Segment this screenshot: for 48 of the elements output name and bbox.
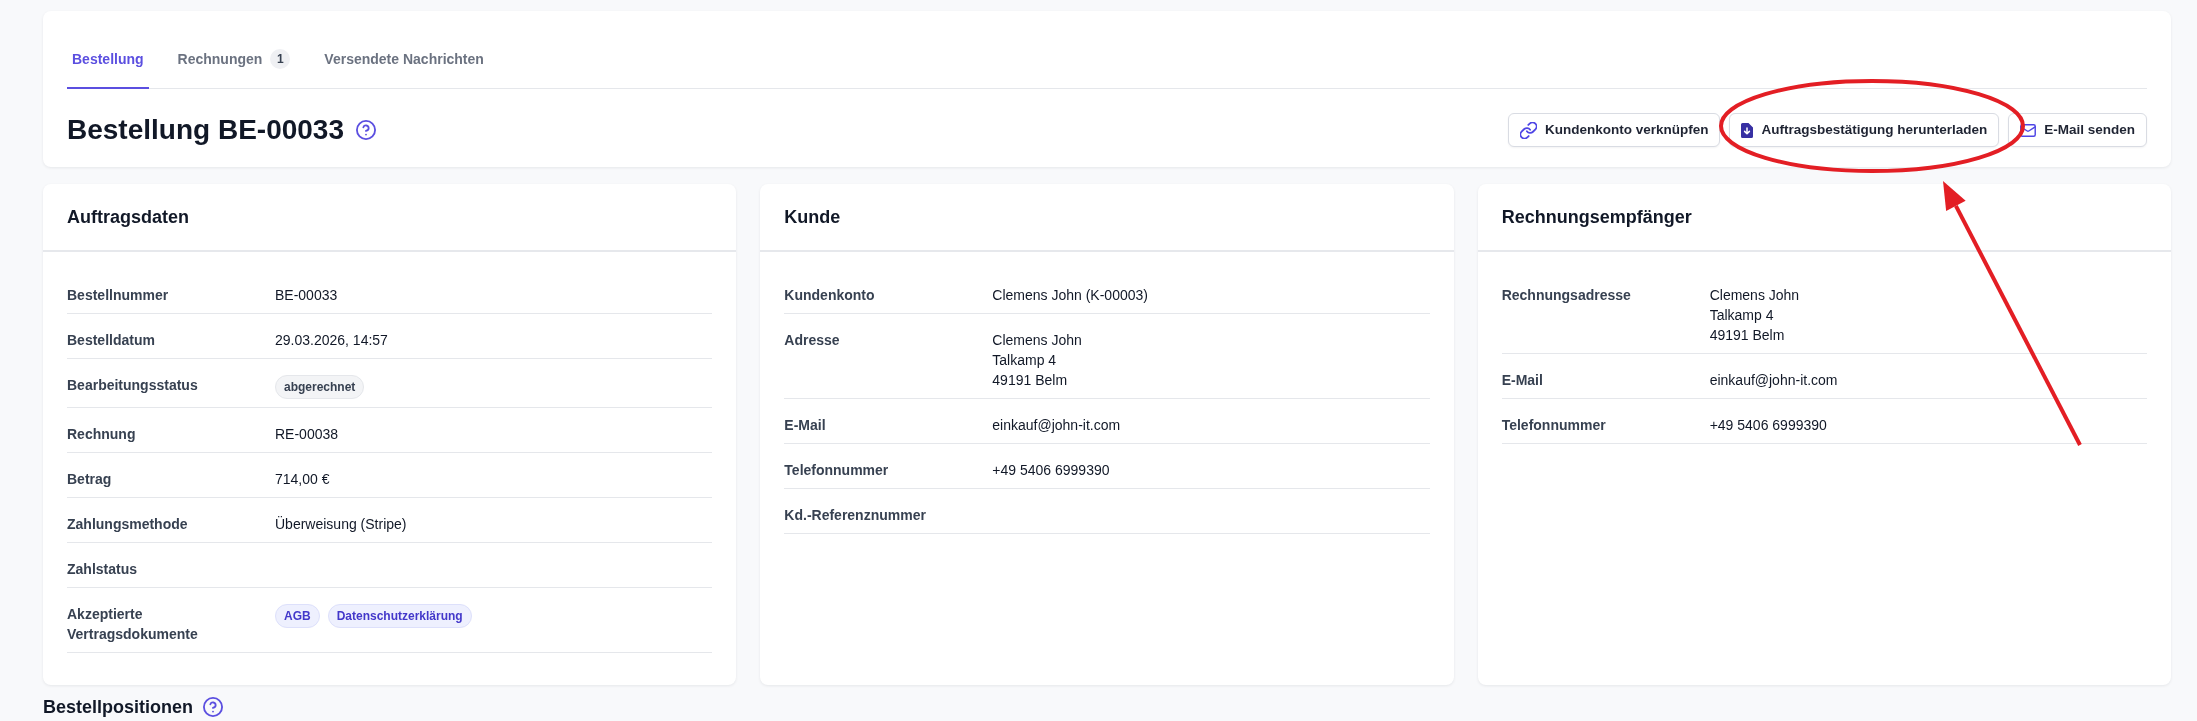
field-value: Clemens John (K-00003) bbox=[992, 286, 1148, 305]
field-value: 29.03.2026, 14:57 bbox=[275, 331, 388, 350]
field-label: E-Mail bbox=[1501, 371, 1543, 390]
field-label: Zahlstatus bbox=[67, 560, 137, 579]
field-label: Zahlungsmethode bbox=[67, 515, 188, 534]
field-label: Bestelldatum bbox=[67, 331, 155, 350]
count-badge: 1 bbox=[270, 49, 291, 69]
field-label: Kd.-Referenznummer bbox=[784, 506, 926, 525]
mail-icon bbox=[2020, 123, 2037, 137]
card-title: Auftragsdaten bbox=[67, 206, 189, 229]
field-value: einkauf@john-it.com bbox=[992, 416, 1121, 435]
field-value: 714,00 € bbox=[275, 470, 330, 489]
tab[interactable]: Versendete Nachrichten bbox=[319, 39, 489, 89]
status-badge: abgerechnet bbox=[275, 375, 365, 399]
field-label: Adresse bbox=[784, 331, 840, 350]
help-icon[interactable] bbox=[203, 697, 224, 717]
field-label: E-Mail bbox=[784, 416, 826, 435]
field-label: Telefonnummer bbox=[784, 461, 889, 480]
download-button[interactable]: Auftragsbestätigung herunterladen bbox=[1729, 113, 2000, 147]
field-label: Rechnung bbox=[67, 425, 136, 444]
field-label: Kundenkonto bbox=[784, 286, 875, 305]
field-label: Betrag bbox=[67, 470, 112, 489]
tab[interactable]: Rechnungen 1 bbox=[172, 39, 296, 89]
file-download-icon bbox=[1741, 122, 1754, 138]
field-label: Telefonnummer bbox=[1501, 416, 1606, 435]
field-label: Rechnungsadresse bbox=[1501, 286, 1631, 305]
card-title: Kunde bbox=[784, 206, 841, 229]
link-icon bbox=[1519, 121, 1537, 139]
page-title: Bestellung BE-00033 bbox=[67, 113, 344, 147]
field-value: +49 5406 6999390 bbox=[1709, 416, 1827, 435]
address-value: Clemens John Talkamp 4 49191 Belm bbox=[992, 331, 1082, 390]
email-button[interactable]: E-Mail senden bbox=[2008, 113, 2147, 147]
address-value: Clemens John Talkamp 4 49191 Belm bbox=[1709, 286, 1800, 345]
tab[interactable]: Bestellung bbox=[67, 39, 149, 89]
field-value: einkauf@john-it.com bbox=[1709, 371, 1838, 390]
document-tag: AGB bbox=[275, 604, 320, 628]
field-label: Akzeptierte Vertragsdokumente bbox=[67, 605, 199, 644]
card-title: Rechnungsempfänger bbox=[1501, 206, 1692, 229]
field-label: Bestellnummer bbox=[67, 286, 169, 305]
document-tag: Datenschutzerklärung bbox=[327, 604, 472, 628]
field-value: +49 5406 6999390 bbox=[992, 461, 1110, 480]
section-title: Bestellpositionen bbox=[43, 697, 194, 717]
field-value: BE-00033 bbox=[275, 286, 338, 305]
field-value: RE-00038 bbox=[275, 425, 339, 444]
link-account-button[interactable]: Kundenkonto verknüpfen bbox=[1507, 113, 1721, 147]
field-value: Überweisung (Stripe) bbox=[275, 515, 407, 534]
help-icon[interactable] bbox=[356, 120, 376, 140]
field-label: Bearbeitungsstatus bbox=[67, 376, 198, 395]
